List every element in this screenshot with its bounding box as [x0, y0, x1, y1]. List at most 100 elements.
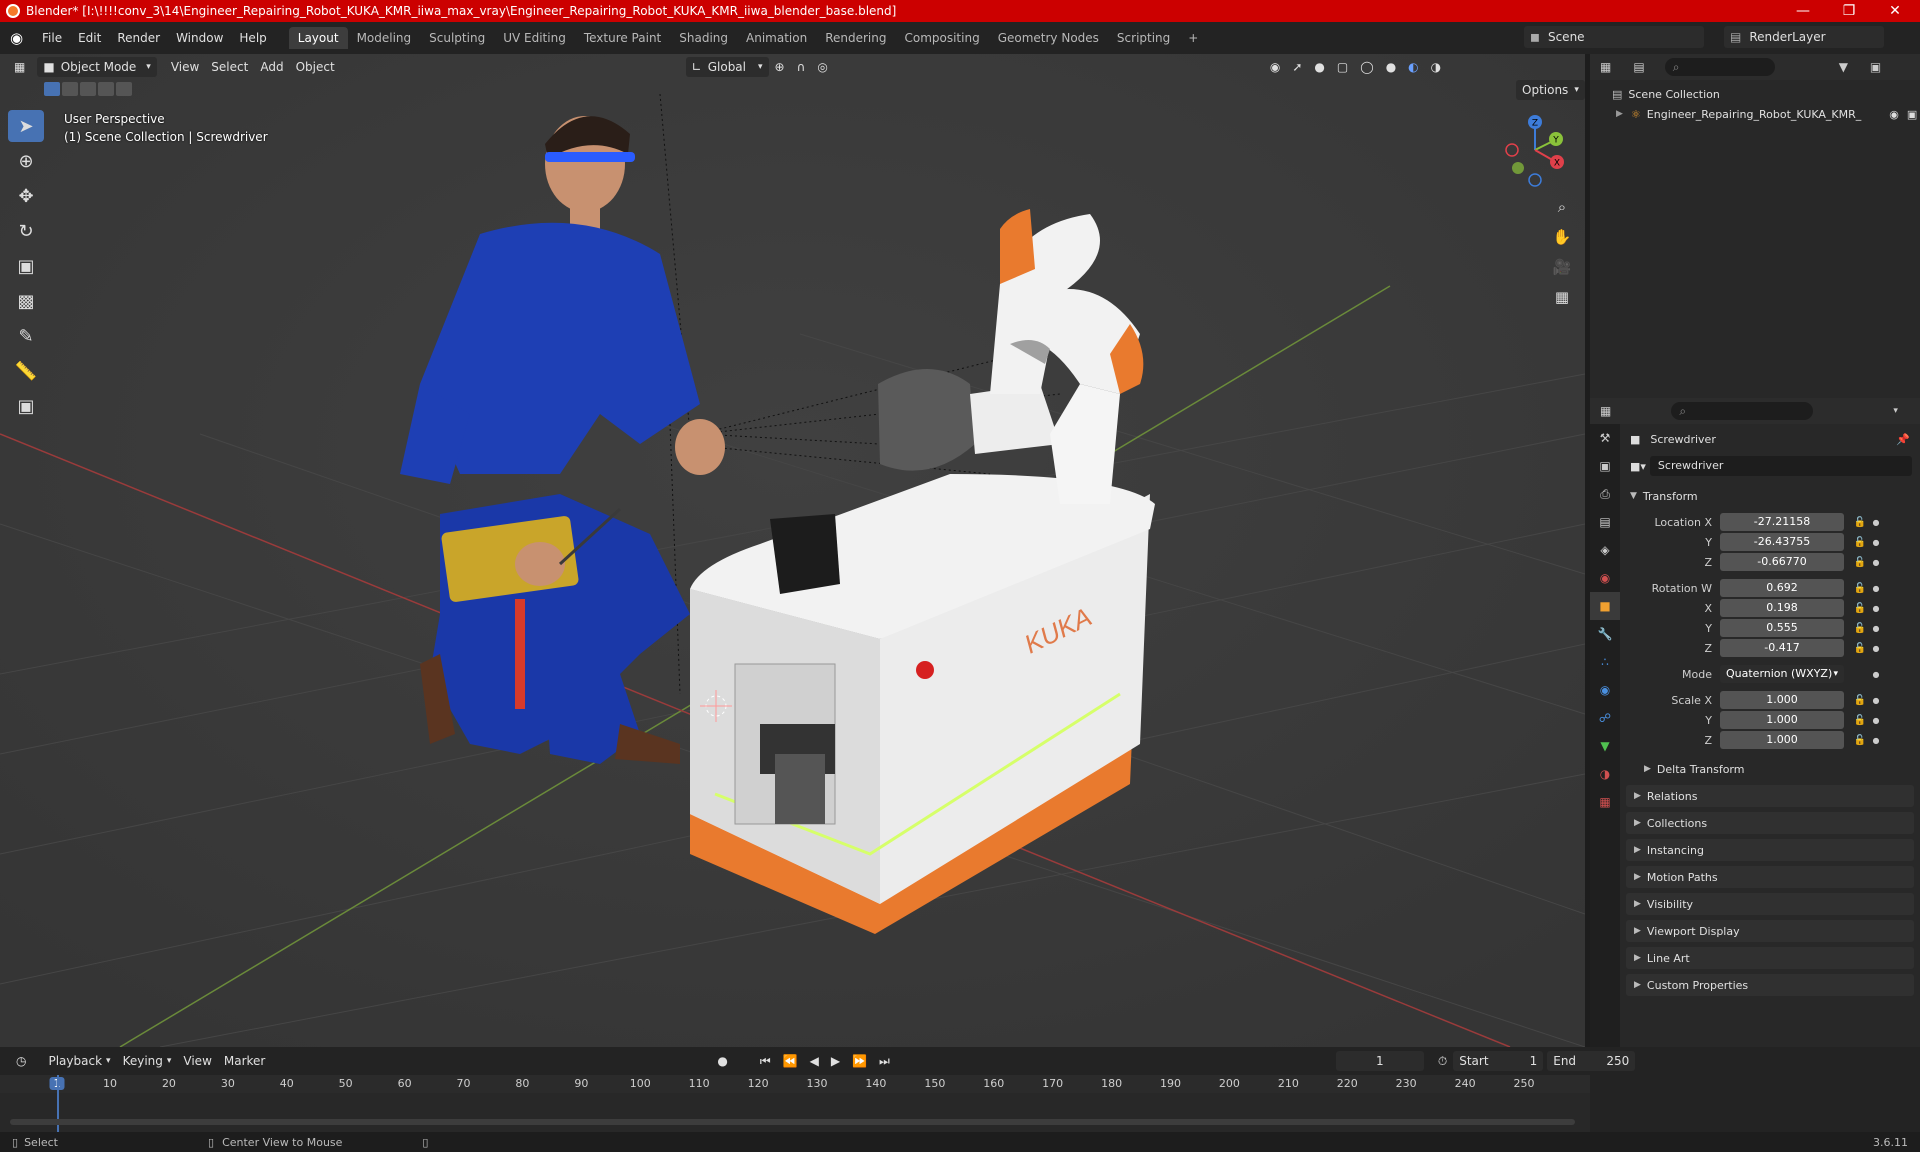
menu-edit[interactable]: Edit: [70, 28, 109, 48]
cursor-tool-icon[interactable]: ⊕: [8, 145, 44, 177]
keyframe-dot-icon[interactable]: ●: [1870, 624, 1882, 633]
tab-layout[interactable]: Layout: [288, 27, 348, 49]
keyframe-dot-icon[interactable]: ●: [1870, 558, 1882, 567]
select-subtract-icon[interactable]: [80, 82, 96, 96]
panel-relations[interactable]: ▶ Relations: [1626, 785, 1914, 807]
panel-collections[interactable]: ▶ Collections: [1626, 812, 1914, 834]
tool-tab-icon[interactable]: ⚒: [1590, 424, 1620, 452]
tab-animation[interactable]: Animation: [737, 27, 816, 49]
proportional-edit-icon[interactable]: ◎: [811, 57, 833, 77]
restore-icon[interactable]: ❐: [1826, 0, 1872, 22]
texture-tab-icon[interactable]: ▦: [1590, 788, 1620, 816]
tab-uv-editing[interactable]: UV Editing: [494, 27, 575, 49]
keyframe-dot-icon[interactable]: ●: [1870, 584, 1882, 593]
render-tab-icon[interactable]: ▣: [1590, 452, 1620, 480]
menu-render[interactable]: Render: [109, 28, 168, 48]
outliner-object-row[interactable]: ▶ ⚛ Engineer_Repairing_Robot_KUKA_KMR_ ◉…: [1590, 104, 1920, 124]
jump-start-icon[interactable]: ⏮: [754, 1051, 777, 1071]
navigation-gizmo[interactable]: Z Y X: [1500, 110, 1570, 190]
tab-scripting[interactable]: Scripting: [1108, 27, 1179, 49]
current-frame-field[interactable]: 1: [1335, 1051, 1424, 1071]
menu-window[interactable]: Window: [168, 28, 231, 48]
tab-compositing[interactable]: Compositing: [895, 27, 988, 49]
menu-timeline-view[interactable]: View: [177, 1051, 217, 1071]
select-new-icon[interactable]: [44, 82, 60, 96]
xray-icon[interactable]: ▢: [1331, 57, 1354, 77]
pivot-icon[interactable]: ⊕: [769, 57, 791, 77]
object-mode-dropdown[interactable]: ■ Object Mode ▾: [37, 57, 157, 77]
menu-file[interactable]: File: [34, 28, 70, 48]
rotation-z-field[interactable]: -0.417: [1720, 639, 1844, 657]
solid-shading-icon[interactable]: ●: [1380, 57, 1402, 77]
lock-icon[interactable]: 🔓: [1850, 517, 1870, 528]
menu-add[interactable]: Add: [254, 57, 289, 77]
view-layer-tab-icon[interactable]: ▤: [1590, 508, 1620, 536]
material-tab-icon[interactable]: ◑: [1590, 760, 1620, 788]
tab-modeling[interactable]: Modeling: [348, 27, 421, 49]
select-intersect-icon[interactable]: [116, 82, 132, 96]
timeline-area[interactable]: [0, 1075, 1590, 1132]
tab-texture-paint[interactable]: Texture Paint: [575, 27, 670, 49]
pan-hand-icon[interactable]: ✋: [1548, 224, 1576, 250]
add-cube-tool-icon[interactable]: ▣: [8, 390, 44, 422]
menu-keying[interactable]: Keying ▾: [117, 1051, 178, 1071]
location-x-field[interactable]: -27.21158: [1720, 513, 1844, 531]
transform-panel-header[interactable]: ▼ Transform: [1620, 484, 1920, 508]
new-collection-icon[interactable]: ▣: [1870, 60, 1881, 74]
annotate-tool-icon[interactable]: ✎: [8, 320, 44, 352]
lock-icon[interactable]: 🔓: [1850, 623, 1870, 634]
physics-tab-icon[interactable]: ◉: [1590, 676, 1620, 704]
keyframe-dot-icon[interactable]: ●: [1870, 736, 1882, 745]
keyframe-dot-icon[interactable]: ●: [1870, 696, 1882, 705]
keyframe-dot-icon[interactable]: ●: [1870, 538, 1882, 547]
scene-selector[interactable]: ◼ Scene: [1524, 26, 1704, 48]
panel-instancing[interactable]: ▶ Instancing: [1626, 839, 1914, 861]
rotate-tool-icon[interactable]: ↻: [8, 215, 44, 247]
play-reverse-icon[interactable]: ◀: [804, 1051, 825, 1071]
tab-geometry-nodes[interactable]: Geometry Nodes: [989, 27, 1108, 49]
transform-orientation-dropdown[interactable]: ∟ Global ▾: [685, 57, 769, 77]
visibility-icon[interactable]: ◉: [1264, 57, 1286, 77]
jump-end-icon[interactable]: ⏭: [873, 1051, 896, 1071]
eye-visibility-icon[interactable]: ◉: [1889, 108, 1899, 121]
record-keyframe-icon[interactable]: ●: [711, 1051, 733, 1071]
zoom-icon[interactable]: ⌕: [1548, 194, 1576, 220]
menu-select[interactable]: Select: [205, 57, 254, 77]
expand-arrow-icon[interactable]: ▶: [1616, 109, 1623, 119]
location-y-field[interactable]: -26.43755: [1720, 533, 1844, 551]
scale-y-field[interactable]: 1.000: [1720, 711, 1844, 729]
keyframe-dot-icon[interactable]: ●: [1870, 604, 1882, 613]
panel-custom-properties[interactable]: ▶ Custom Properties: [1626, 974, 1914, 996]
timeline-ruler[interactable]: 1102030405060708090100110120130140150160…: [0, 1075, 1590, 1093]
outliner-search-input[interactable]: ⌕: [1664, 58, 1775, 76]
panel-motion-paths[interactable]: ▶ Motion Paths: [1626, 866, 1914, 888]
rotation-w-field[interactable]: 0.692: [1720, 579, 1844, 597]
filter-icon[interactable]: ▼: [1839, 60, 1848, 74]
lock-icon[interactable]: 🔓: [1850, 557, 1870, 568]
pin-icon[interactable]: 📌: [1896, 433, 1910, 446]
keyframe-dot-icon[interactable]: ●: [1870, 644, 1882, 653]
outliner-type-icon[interactable]: ▦: [1600, 60, 1611, 74]
panel-visibility[interactable]: ▶ Visibility: [1626, 893, 1914, 915]
play-icon[interactable]: ▶: [825, 1051, 846, 1071]
data-tab-icon[interactable]: ▼: [1590, 732, 1620, 760]
timeline-type-icon[interactable]: ◷: [10, 1051, 32, 1071]
world-tab-icon[interactable]: ◉: [1590, 564, 1620, 592]
panel-viewport-display[interactable]: ▶ Viewport Display: [1626, 920, 1914, 942]
camera-render-icon[interactable]: ▣: [1907, 108, 1917, 121]
material-shading-icon[interactable]: ◐: [1402, 57, 1424, 77]
scale-z-field[interactable]: 1.000: [1720, 731, 1844, 749]
tab-shading[interactable]: Shading: [670, 27, 737, 49]
select-box-tool-icon[interactable]: ➤: [8, 110, 44, 142]
menu-playback[interactable]: Playback ▾: [42, 1051, 116, 1071]
delta-transform-subpanel[interactable]: ▶ Delta Transform: [1620, 758, 1920, 780]
keyframe-dot-icon[interactable]: ●: [1870, 670, 1882, 679]
lock-icon[interactable]: 🔓: [1850, 715, 1870, 726]
output-tab-icon[interactable]: ⎙: [1590, 480, 1620, 508]
particles-tab-icon[interactable]: ∴: [1590, 648, 1620, 676]
keyframe-dot-icon[interactable]: ●: [1870, 716, 1882, 725]
add-workspace-button[interactable]: +: [1179, 27, 1207, 49]
keyframe-dot-icon[interactable]: ●: [1870, 518, 1882, 527]
object-tab-icon[interactable]: ■: [1590, 592, 1620, 620]
scene-tab-icon[interactable]: ◈: [1590, 536, 1620, 564]
